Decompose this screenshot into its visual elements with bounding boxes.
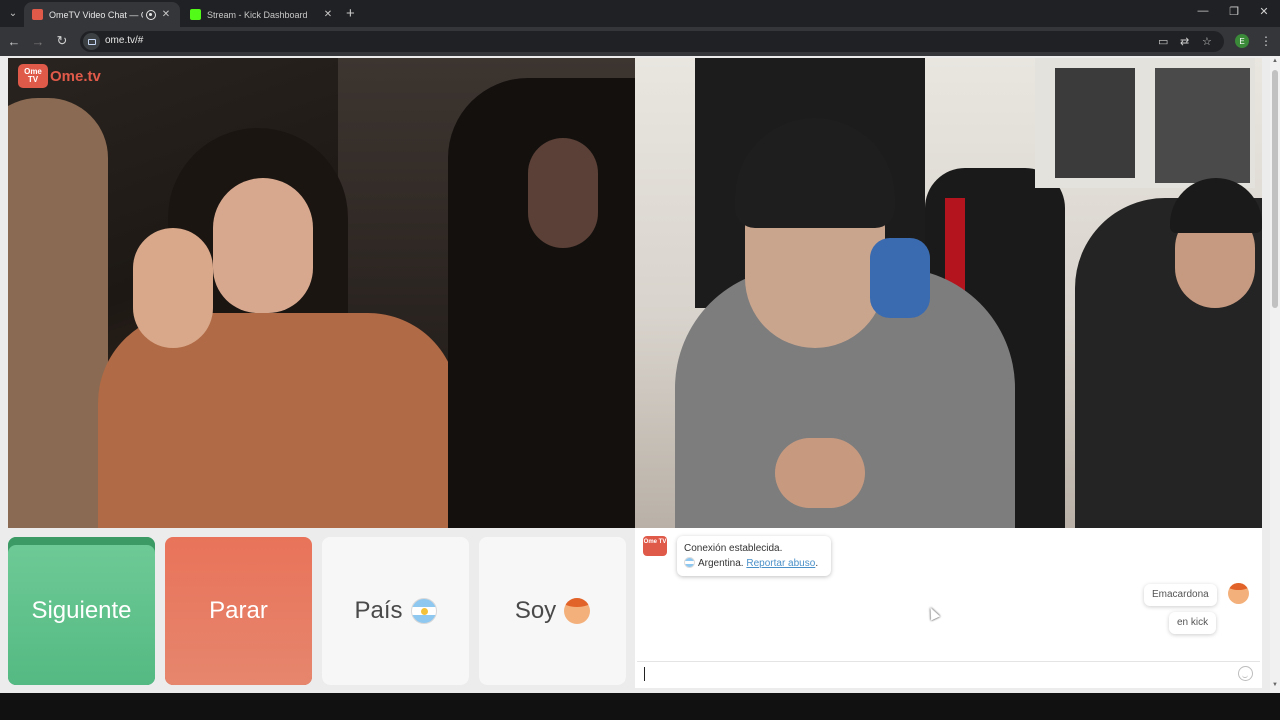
stop-button[interactable]: Parar (165, 537, 312, 685)
reload-icon[interactable]: ↻ (54, 33, 70, 49)
ometv-logo[interactable]: Ome TV Ome.tv (18, 64, 101, 88)
partner-country: Argentina. (698, 558, 744, 569)
menu-kebab-icon[interactable]: ⋮ (1260, 34, 1272, 48)
tab-ometv[interactable]: OmeTV Video Chat — Ome ✕ (24, 2, 180, 27)
scroll-down-icon[interactable]: ▼ (1271, 682, 1279, 688)
back-icon[interactable]: ← (6, 33, 22, 49)
person-center-face (213, 178, 313, 313)
chat-input[interactable] (637, 661, 1260, 686)
chat-message: en kick (1169, 612, 1217, 634)
window-close-icon[interactable]: ✕ (1249, 5, 1279, 18)
scroll-up-icon[interactable]: ▲ (1271, 58, 1279, 64)
forward-icon[interactable]: → (30, 33, 46, 49)
gender-button[interactable]: Soy (479, 537, 626, 685)
tab-kick-dashboard[interactable]: Stream - Kick Dashboard ✕ (182, 2, 342, 27)
painting-right (1155, 68, 1250, 183)
report-suffix: . (815, 558, 819, 569)
argentina-flag-icon (684, 557, 695, 568)
country-button-label: País (354, 597, 403, 624)
text-caret (644, 667, 645, 681)
url-text[interactable]: ome.tv/# (105, 35, 143, 46)
chat-message: Emacardona (1144, 584, 1217, 606)
browser-toolbar: ← → ↻ ome.tv/# ▭ ⇄ ☆ E ⋮ (0, 27, 1280, 56)
emoji-smiley-icon[interactable] (1238, 666, 1253, 681)
taskbar-strip (0, 693, 1280, 720)
argentina-flag-icon (410, 598, 437, 624)
profile-avatar[interactable]: E (1235, 34, 1249, 48)
boy-face-icon (564, 598, 591, 624)
person-hand (133, 228, 213, 348)
stranger-video: Ome TV Ome.tv (8, 58, 635, 528)
kick-favicon-icon (190, 9, 201, 20)
ometv-system-icon: Ome TV (643, 536, 667, 556)
ometv-logo-text: Ome.tv (50, 67, 101, 85)
address-bar[interactable]: ome.tv/# ▭ ⇄ ☆ (80, 31, 1224, 52)
page-scrollbar[interactable]: ▲ ▼ (1270, 56, 1280, 693)
man-hands (775, 438, 865, 508)
boy-face-icon (1228, 583, 1249, 604)
ometv-logo-icon: Ome TV (18, 64, 48, 88)
stop-button-label: Parar (209, 597, 268, 624)
translate-icon[interactable]: ⇄ (1180, 35, 1189, 48)
close-icon[interactable]: ✕ (322, 9, 334, 20)
own-camera-video (635, 58, 1262, 528)
hood-blue-lining (870, 238, 930, 318)
person-right-face (528, 138, 598, 248)
next-button[interactable]: Siguiente (8, 537, 155, 685)
tab-search-icon[interactable]: ⌄ (4, 4, 22, 22)
person-center-jacket (98, 313, 458, 528)
minimize-icon[interactable]: — (1188, 5, 1218, 17)
tab-bar: ⌄ OmeTV Video Chat — Ome ✕ Stream - Kick… (0, 0, 1280, 27)
ometv-favicon-icon (32, 9, 43, 20)
gender-button-label: Soy (514, 597, 557, 624)
new-tab-icon[interactable]: + (346, 5, 355, 22)
painting-left (1055, 68, 1135, 178)
tab-title: OmeTV Video Chat — Ome (49, 9, 143, 20)
person-left-hair (8, 98, 108, 528)
cast-icon[interactable]: ▭ (1158, 35, 1168, 48)
scrollbar-thumb[interactable] (1272, 70, 1278, 308)
connection-status: Conexión establecida. (684, 543, 783, 554)
close-icon[interactable]: ✕ (160, 9, 172, 20)
bookmark-star-icon[interactable]: ☆ (1202, 35, 1212, 48)
system-message: Conexión establecida. Argentina. Reporta… (677, 536, 831, 576)
record-icon (146, 9, 156, 20)
site-info-icon[interactable] (83, 33, 100, 50)
country-button[interactable]: País (322, 537, 469, 685)
next-button-label: Siguiente (31, 597, 132, 624)
tab-title: Stream - Kick Dashboard (207, 9, 308, 20)
restore-icon[interactable]: ❐ (1219, 5, 1249, 18)
report-abuse-link[interactable]: Reportar abuso (746, 558, 815, 569)
